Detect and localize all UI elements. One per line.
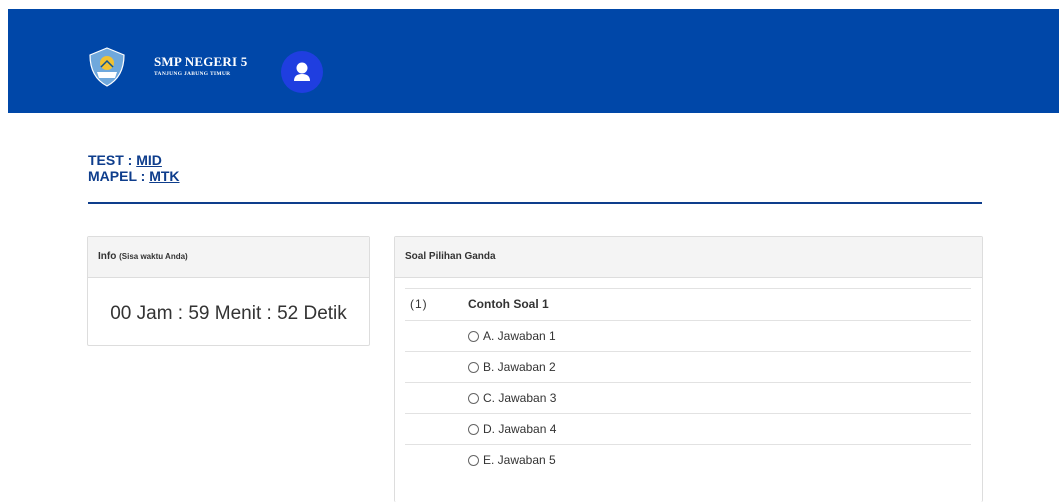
question-panel: Soal Pilihan Ganda (1) Contoh Soal 1 A. … bbox=[394, 236, 983, 502]
top-header: SMP NEGERI 5 TANJUNG JABUNG TIMUR bbox=[8, 9, 1059, 113]
mapel-value-link[interactable]: MTK bbox=[149, 168, 179, 184]
test-value-link[interactable]: MID bbox=[136, 152, 162, 168]
school-subtitle: TANJUNG JABUNG TIMUR bbox=[154, 71, 231, 77]
option-text: B. Jawaban 2 bbox=[483, 360, 556, 374]
mapel-label: MAPEL : bbox=[88, 168, 150, 184]
option-text: D. Jawaban 4 bbox=[483, 422, 557, 436]
option-a-label[interactable]: A. Jawaban 1 bbox=[468, 329, 556, 343]
question-text: Contoh Soal 1 bbox=[468, 297, 549, 311]
exam-page: SMP NEGERI 5 TANJUNG JABUNG TIMUR TEST :… bbox=[0, 0, 1059, 502]
question-number: (1) bbox=[410, 297, 428, 311]
answer-option-e[interactable]: E. Jawaban 5 bbox=[405, 444, 971, 475]
option-text: A. Jawaban 1 bbox=[483, 329, 556, 343]
radio-button-icon[interactable] bbox=[468, 454, 479, 466]
answer-option-b[interactable]: B. Jawaban 2 bbox=[405, 351, 971, 382]
option-c-label[interactable]: C. Jawaban 3 bbox=[468, 391, 556, 405]
option-text: E. Jawaban 5 bbox=[483, 453, 556, 467]
test-line: TEST : MID bbox=[88, 152, 180, 168]
test-label: TEST : bbox=[88, 152, 137, 168]
question-panel-title: Soal Pilihan Ganda bbox=[405, 251, 496, 262]
question-panel-header: Soal Pilihan Ganda bbox=[395, 237, 982, 278]
user-icon bbox=[294, 62, 310, 81]
radio-button-icon[interactable] bbox=[468, 361, 479, 373]
info-panel: Info (Sisa waktu Anda) 00 Jam : 59 Menit… bbox=[87, 236, 370, 346]
radio-button-icon[interactable] bbox=[468, 392, 479, 404]
user-avatar-button[interactable] bbox=[281, 51, 323, 93]
school-title: SMP NEGERI 5 TANJUNG JABUNG TIMUR bbox=[154, 54, 247, 77]
countdown-timer: 00 Jam : 59 Menit : 52 Detik bbox=[110, 303, 347, 324]
info-title-note: (Sisa waktu Anda) bbox=[119, 252, 188, 261]
info-title: Info bbox=[98, 251, 120, 262]
option-text: C. Jawaban 3 bbox=[483, 391, 557, 405]
option-e-label[interactable]: E. Jawaban 5 bbox=[468, 453, 556, 467]
exam-meta: TEST : MID MAPEL : MTK bbox=[88, 152, 180, 184]
option-b-label[interactable]: B. Jawaban 2 bbox=[468, 360, 556, 374]
answer-option-c[interactable]: C. Jawaban 3 bbox=[405, 382, 971, 413]
answer-option-d[interactable]: D. Jawaban 4 bbox=[405, 413, 971, 444]
mapel-line: MAPEL : MTK bbox=[88, 168, 180, 184]
divider bbox=[88, 202, 982, 204]
radio-button-icon[interactable] bbox=[468, 330, 479, 342]
school-logo-icon bbox=[88, 47, 126, 87]
info-panel-header: Info (Sisa waktu Anda) bbox=[88, 237, 369, 278]
option-d-label[interactable]: D. Jawaban 4 bbox=[468, 422, 556, 436]
answer-option-a[interactable]: A. Jawaban 1 bbox=[405, 320, 971, 351]
school-name: SMP NEGERI 5 bbox=[154, 54, 248, 69]
question-row: (1) Contoh Soal 1 bbox=[405, 288, 971, 319]
radio-button-icon[interactable] bbox=[468, 423, 479, 435]
